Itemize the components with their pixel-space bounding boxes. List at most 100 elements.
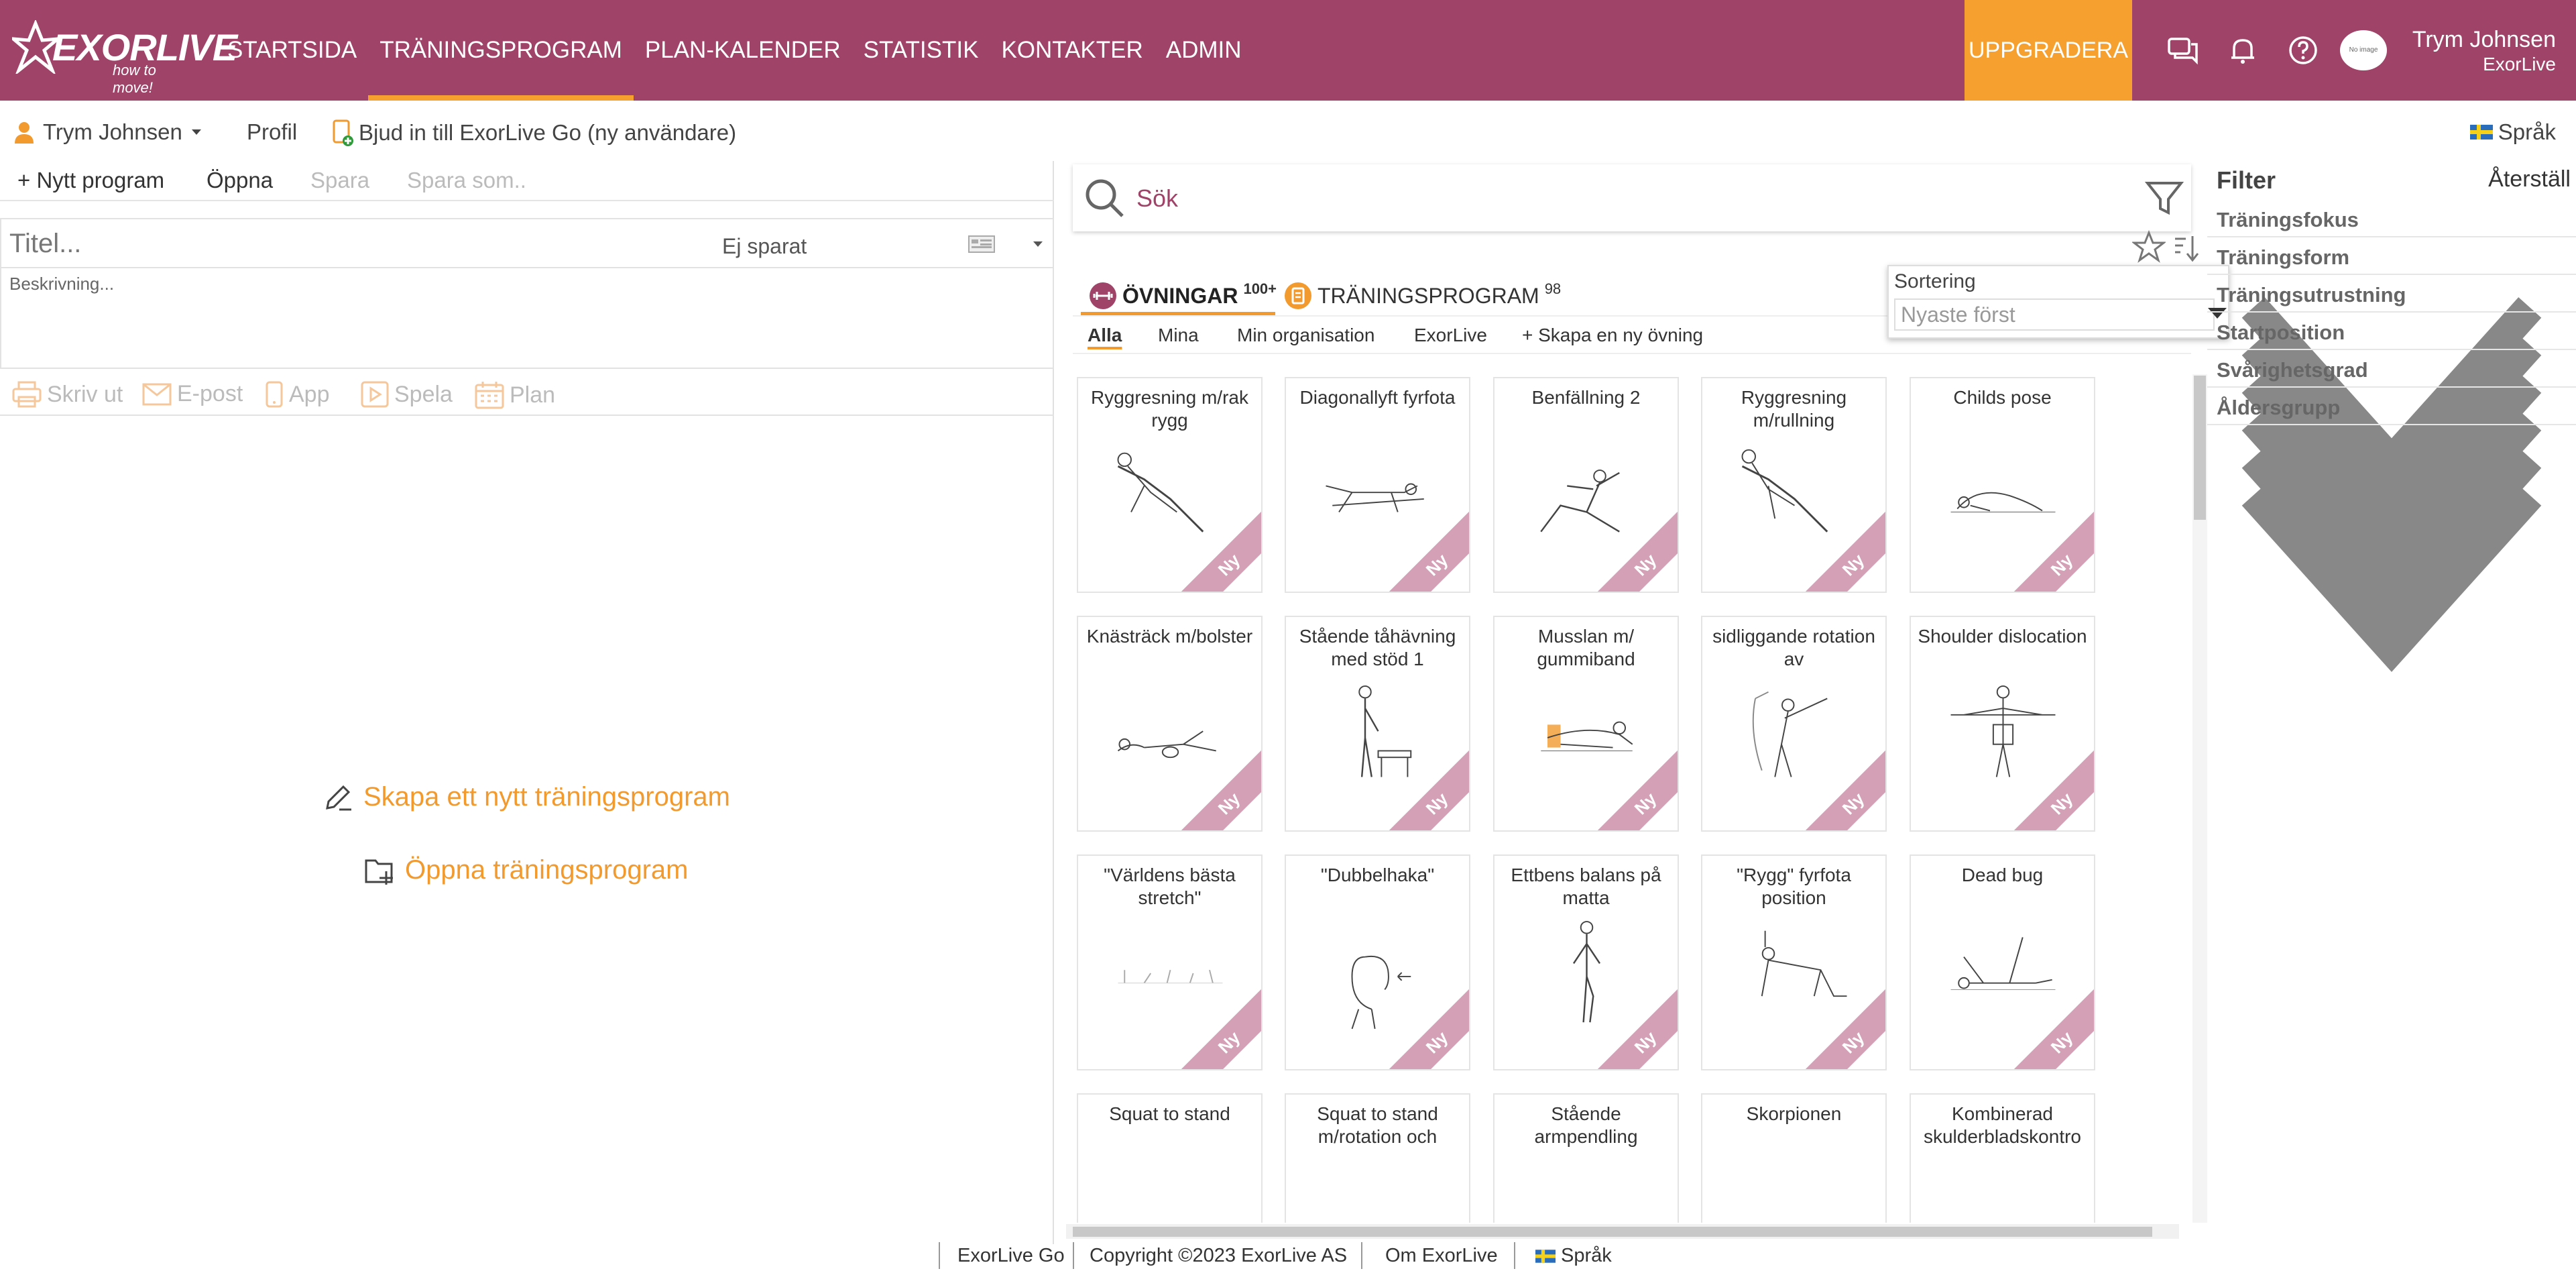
- user-icon: [15, 122, 34, 144]
- exorlive-logo[interactable]: EXORLIVE how to move!: [12, 20, 237, 96]
- layout-icon[interactable]: [968, 235, 995, 253]
- exercise-illustration: [1118, 969, 1223, 984]
- subtab-alla[interactable]: Alla: [1088, 325, 1122, 346]
- filter-group-traningsform[interactable]: Träningsform: [2207, 237, 2576, 522]
- nav-kontakter[interactable]: KONTAKTER: [990, 0, 1154, 101]
- star-icon[interactable]: [2132, 230, 2166, 264]
- search-bar[interactable]: Sök: [1073, 164, 2191, 231]
- print-button[interactable]: Skriv ut: [12, 381, 123, 408]
- tab-traningsprogram[interactable]: TRÄNINGSPROGRAM 98: [1284, 280, 1561, 310]
- bell-icon[interactable]: [2226, 34, 2260, 67]
- description-field[interactable]: Beskrivning...: [0, 268, 1054, 369]
- language-selector[interactable]: Språk: [2469, 119, 2556, 145]
- new-program-button[interactable]: + Nytt program: [17, 168, 164, 193]
- save-as-button[interactable]: Spara som..: [407, 168, 526, 193]
- subtab-exorlive[interactable]: ExorLive: [1414, 325, 1487, 346]
- user-name[interactable]: Trym Johnsen: [2412, 27, 2556, 53]
- email-label: E-post: [177, 381, 243, 406]
- filter-group-svarighetsgrad[interactable]: Svårighetsgrad: [2207, 350, 2576, 634]
- exercise-illustration: [1950, 937, 2056, 990]
- exercise-card[interactable]: Dead bug Ny: [1910, 854, 2095, 1070]
- avatar[interactable]: No image: [2340, 30, 2387, 70]
- profile-link[interactable]: Profil: [247, 119, 297, 145]
- create-program-label: Skapa ett nytt träningsprogram: [363, 781, 730, 812]
- exercise-card[interactable]: Squat to stand m/rotation och: [1285, 1093, 1470, 1223]
- exercise-card[interactable]: Benfällning 2 Ny: [1493, 377, 1679, 593]
- exercise-card[interactable]: Ryggresning m/rullning Ny: [1701, 377, 1887, 593]
- app-button[interactable]: App: [265, 381, 330, 408]
- phone-icon: [266, 381, 283, 408]
- exercise-title: Squat to stand m/rotation och: [1317, 1103, 1438, 1147]
- description-placeholder: Beskrivning...: [9, 274, 115, 294]
- exercise-title: Ryggresning m/rullning: [1741, 387, 1847, 431]
- email-button[interactable]: E-post: [142, 381, 243, 407]
- filter-group-aldersgrupp[interactable]: Åldersgrupp: [2207, 388, 2576, 672]
- exercise-card[interactable]: Diagonallyft fyrfota Ny: [1285, 377, 1470, 593]
- sort-select[interactable]: Nyaste först: [1894, 298, 2215, 331]
- exercise-title: Ryggresning m/rak rygg: [1091, 387, 1248, 431]
- exercise-card[interactable]: "Dubbelhaka" Ny: [1285, 854, 1470, 1070]
- user-menu-label: Trym Johnsen: [43, 119, 182, 144]
- footer-app-link[interactable]: ExorLive Go: [957, 1245, 1065, 1267]
- exercise-title: Dead bug: [1961, 865, 2044, 885]
- filter-group-traningsutrustning[interactable]: Träningsutrustning: [2207, 275, 2576, 559]
- filter-funnel-icon[interactable]: [2144, 178, 2184, 218]
- search-input[interactable]: Sök: [1136, 184, 1178, 213]
- subtab-mina[interactable]: Mina: [1158, 325, 1199, 346]
- play-button[interactable]: Spela: [361, 381, 453, 408]
- open-program-link[interactable]: Öppna träningsprogram: [365, 855, 688, 885]
- program-editor-panel: + Nytt program Öppna Spara Spara som.. T…: [0, 161, 1054, 1244]
- exercise-card[interactable]: "Världens bästa stretch" Ny: [1077, 854, 1263, 1070]
- plan-button[interactable]: Plan: [475, 381, 555, 409]
- title-input-placeholder[interactable]: Titel...: [9, 229, 81, 259]
- save-status: Ej sparat: [722, 234, 807, 258]
- calendar-icon: [475, 382, 504, 409]
- exercise-card[interactable]: Knästräck m/bolster Ny: [1077, 616, 1263, 832]
- open-program-button[interactable]: Öppna: [207, 168, 273, 193]
- invite-user-icon: [333, 119, 353, 146]
- footer-language-link[interactable]: Språk: [1535, 1245, 1612, 1267]
- tab-ovningar[interactable]: ÖVNINGAR 100+: [1089, 280, 1277, 310]
- exercise-card[interactable]: Skorpionen: [1701, 1093, 1887, 1223]
- caret-down-icon[interactable]: [1033, 241, 1043, 247]
- help-icon[interactable]: [2286, 34, 2320, 67]
- exercise-card[interactable]: Squat to stand: [1077, 1093, 1263, 1223]
- title-field[interactable]: Titel... Ej sparat: [0, 218, 1054, 268]
- nav-statistik[interactable]: STATISTIK: [852, 0, 990, 101]
- subtab-min-organisation[interactable]: Min organisation: [1237, 325, 1374, 346]
- exercise-illustration: [1572, 921, 1601, 1023]
- exercise-title: Musslan m/ gummiband: [1537, 626, 1635, 669]
- filter-group-startposition[interactable]: Startposition: [2207, 313, 2576, 597]
- nav-traningsprogram[interactable]: TRÄNINGSPROGRAM: [368, 0, 634, 101]
- chat-icon[interactable]: [2166, 34, 2199, 67]
- footer-divider: [1514, 1242, 1515, 1269]
- vertical-scrollbar-thumb[interactable]: [2194, 376, 2206, 520]
- exercise-card[interactable]: Stående tåhävning med stöd 1 Ny: [1285, 616, 1470, 832]
- sort-icon[interactable]: [2172, 233, 2201, 263]
- upgrade-button[interactable]: UPPGRADERA: [1965, 0, 2132, 101]
- exercise-card[interactable]: Musslan m/ gummiband Ny: [1493, 616, 1679, 832]
- exercise-card[interactable]: sidliggande rotation av Ny: [1701, 616, 1887, 832]
- nav-admin[interactable]: ADMIN: [1155, 0, 1253, 101]
- nav-plan-kalender[interactable]: PLAN-KALENDER: [634, 0, 852, 101]
- exercise-card[interactable]: Kombinerad skulderbladskontro: [1910, 1093, 2095, 1223]
- exercise-card[interactable]: Ryggresning m/rak rygg Ny: [1077, 377, 1263, 593]
- nav-startsida[interactable]: STARTSIDA: [216, 0, 368, 101]
- save-button[interactable]: Spara: [310, 168, 369, 193]
- user-menu[interactable]: Trym Johnsen: [13, 119, 202, 145]
- exercise-card[interactable]: Ettbens balans på matta Ny: [1493, 854, 1679, 1070]
- user-organization: ExorLive: [2483, 54, 2556, 74]
- exercise-card[interactable]: Shoulder dislocation Ny: [1910, 616, 2095, 832]
- filter-group-label: Åldersgrupp: [2217, 396, 2341, 419]
- filter-group-traningsfokus[interactable]: Träningsfokus: [2207, 200, 2576, 484]
- filter-reset-button[interactable]: Återställ: [2488, 166, 2571, 192]
- invite-link[interactable]: Bjud in till ExorLive Go (ny användare): [332, 119, 736, 146]
- create-program-link[interactable]: Skapa ett nytt träningsprogram: [323, 781, 730, 812]
- exercise-card[interactable]: Stående armpendling: [1493, 1093, 1679, 1223]
- footer-about-link[interactable]: Om ExorLive: [1385, 1245, 1498, 1267]
- exercise-card[interactable]: "Rygg" fyrfota position Ny: [1701, 854, 1887, 1070]
- horizontal-scrollbar-thumb[interactable]: [1073, 1227, 2152, 1237]
- create-exercise-button[interactable]: + Skapa en ny övning: [1522, 325, 1703, 346]
- exercise-card[interactable]: Childs pose Ny: [1910, 377, 2095, 593]
- plan-label: Plan: [510, 382, 556, 408]
